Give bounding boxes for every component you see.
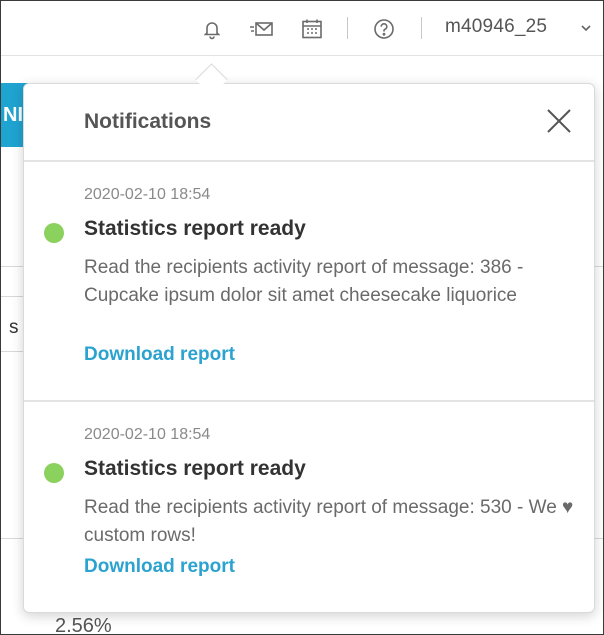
- notifications-popover: Notifications 2020-02-10 18:54 Statistic…: [23, 83, 595, 613]
- divider: [421, 17, 422, 39]
- notification-timestamp: 2020-02-10 18:54: [84, 426, 211, 443]
- unread-dot-icon: [44, 223, 64, 243]
- divider: [347, 17, 348, 39]
- notification-body: Read the recipients activity report of m…: [84, 257, 524, 306]
- calendar-icon[interactable]: [301, 18, 323, 40]
- close-icon[interactable]: [545, 107, 573, 135]
- top-header-bar: m40946_25: [1, 1, 603, 56]
- background-percent-value: 2.56%: [55, 615, 112, 635]
- notification-timestamp: 2020-02-10 18:54: [84, 186, 211, 203]
- popover-title: Notifications: [84, 110, 212, 133]
- download-report-link[interactable]: Download report: [84, 344, 235, 366]
- notification-item: 2020-02-10 18:54 Statistics report ready…: [24, 162, 594, 402]
- popover-header: Notifications: [24, 84, 594, 162]
- notification-title: Statistics report ready: [84, 217, 306, 240]
- help-icon[interactable]: [373, 18, 395, 40]
- notification-title: Statistics report ready: [84, 457, 306, 480]
- chevron-down-icon[interactable]: [579, 21, 593, 35]
- background-text: s: [9, 317, 19, 338]
- unread-dot-icon: [44, 463, 64, 483]
- download-report-link[interactable]: Download report: [84, 556, 235, 578]
- notification-body: Read the recipients activity report of m…: [84, 497, 574, 546]
- user-account-menu[interactable]: m40946_25: [445, 16, 547, 38]
- notification-item: 2020-02-10 18:54 Statistics report ready…: [24, 402, 594, 612]
- bell-icon[interactable]: [201, 18, 223, 40]
- mail-send-icon[interactable]: [249, 18, 275, 40]
- app-window: m40946_25 NI s 2.56% Notifications 2020-…: [0, 0, 604, 635]
